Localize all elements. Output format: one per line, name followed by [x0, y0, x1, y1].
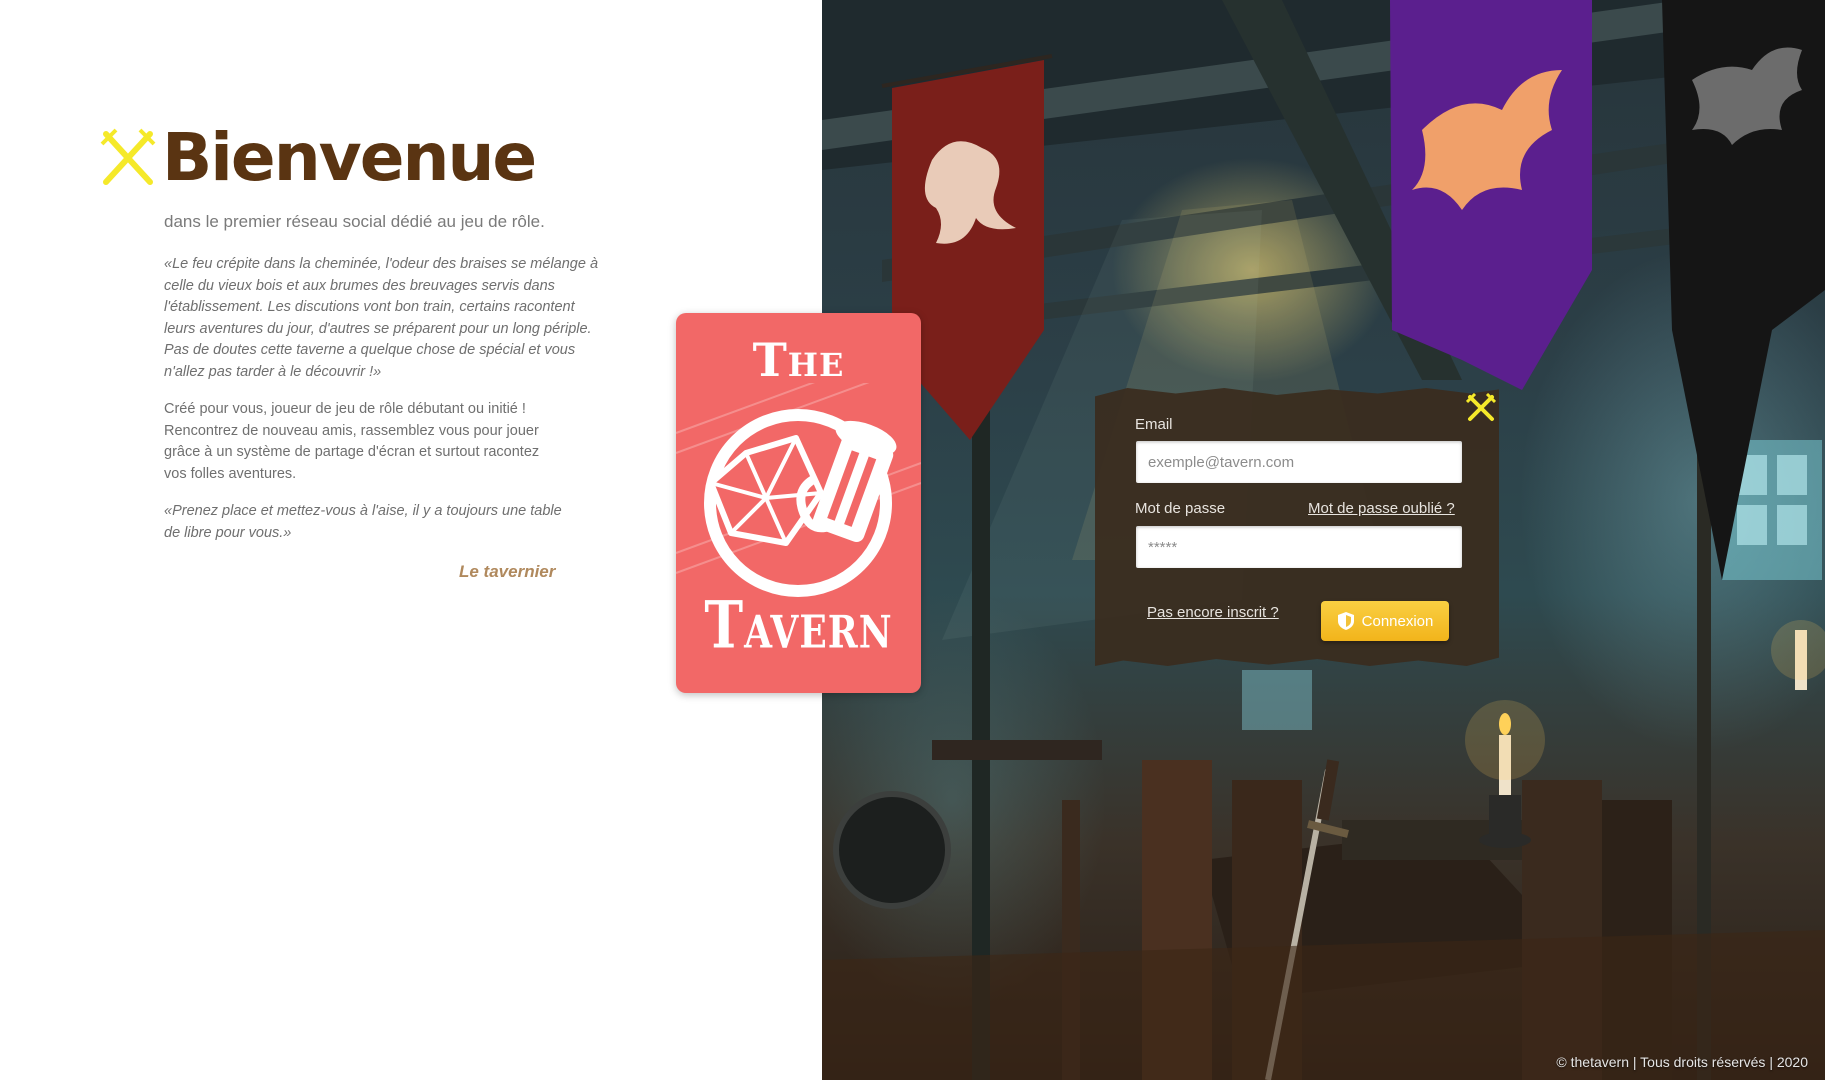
footer: © thetavern | Tous droits réservés | 202…: [1556, 1054, 1808, 1070]
dice-and-mug-icon: [676, 383, 921, 597]
email-label: Email: [1135, 416, 1173, 433]
email-input[interactable]: [1136, 441, 1462, 483]
description: Créé pour vous, joueur de jeu de rôle dé…: [164, 401, 540, 482]
close-icon[interactable]: [1466, 393, 1496, 423]
page-title: Bienvenue: [162, 119, 537, 196]
tavern-logo: The Tavern: [676, 313, 921, 693]
crossed-swords-icon: [100, 128, 156, 185]
invitation-quote: «Prenez place et mettez-vous à l'aise, i…: [164, 503, 562, 541]
intro-quote: «Le feu crépite dans la cheminée, l'odeu…: [164, 256, 599, 380]
logo-text-line2: Tavern: [704, 587, 893, 664]
forgot-password-link[interactable]: Mot de passe oublié ?: [1308, 500, 1455, 517]
login-button[interactable]: Connexion: [1321, 601, 1449, 641]
subtitle: dans le premier réseau social dédié au j…: [164, 212, 545, 231]
logo-text-line1: The: [752, 333, 845, 387]
shield-icon: [1337, 612, 1354, 630]
password-label: Mot de passe: [1135, 500, 1226, 517]
login-button-label: Connexion: [1361, 612, 1434, 630]
signature: Le tavernier: [459, 562, 556, 581]
password-input[interactable]: [1136, 526, 1462, 568]
signup-link[interactable]: Pas encore inscrit ?: [1147, 604, 1279, 621]
title-row: Bienvenue: [100, 119, 537, 196]
